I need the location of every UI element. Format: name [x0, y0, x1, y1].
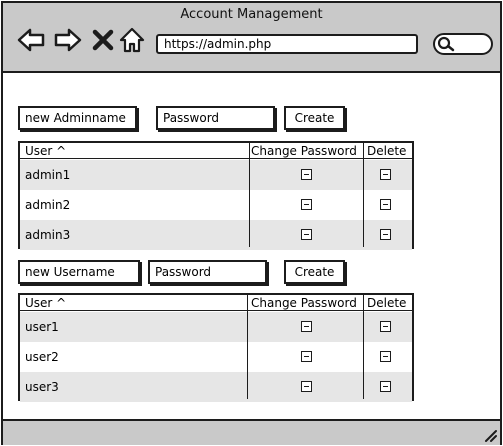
browser-window: Account Management https://admin.php new…: [1, 1, 502, 445]
user-password-input[interactable]: Password: [148, 260, 267, 284]
column-divider: [247, 295, 248, 399]
column-divider: [249, 143, 250, 247]
table-row: admin3: [20, 220, 412, 250]
admin-password-input[interactable]: Password: [156, 106, 275, 130]
admin-table: User ^ Change Password Delete admin1 adm…: [18, 141, 414, 250]
user-cell: user3: [25, 380, 59, 394]
column-header-delete: Delete: [367, 296, 407, 310]
arrow-left-icon: [17, 28, 45, 52]
new-adminname-input[interactable]: new Adminname: [18, 106, 137, 130]
close-icon: [92, 29, 114, 51]
new-username-input[interactable]: new Username: [18, 260, 140, 284]
delete-checkbox[interactable]: [380, 351, 391, 362]
change-password-checkbox[interactable]: [301, 381, 312, 392]
change-password-checkbox[interactable]: [301, 199, 312, 210]
home-icon: [119, 27, 145, 53]
window-title: Account Management: [180, 7, 323, 22]
search-icon: [437, 36, 455, 52]
stop-button[interactable]: [92, 27, 114, 53]
browser-chrome: Account Management https://admin.php: [3, 3, 500, 73]
table-row: user3: [20, 372, 412, 402]
create-user-button[interactable]: Create: [284, 260, 345, 284]
page-content: new Adminname Password Create User ^ Cha…: [3, 75, 500, 419]
column-header-change-password: Change Password: [251, 144, 357, 158]
back-button[interactable]: [17, 27, 45, 53]
home-button[interactable]: [119, 27, 145, 53]
change-password-checkbox[interactable]: [301, 351, 312, 362]
change-password-checkbox[interactable]: [301, 169, 312, 180]
delete-checkbox[interactable]: [380, 199, 391, 210]
delete-checkbox[interactable]: [380, 321, 391, 332]
resize-grip-icon[interactable]: [483, 428, 497, 442]
column-header-user[interactable]: User ^: [25, 143, 66, 159]
table-row: user1: [20, 312, 412, 342]
table-row: user2: [20, 342, 412, 372]
column-header-user[interactable]: User ^: [25, 295, 66, 311]
user-cell: user2: [25, 350, 59, 364]
user-cell: admin2: [25, 198, 71, 212]
column-header-delete: Delete: [367, 144, 407, 158]
column-divider: [363, 295, 364, 399]
url-bar[interactable]: https://admin.php: [156, 34, 418, 54]
arrow-right-icon: [54, 28, 82, 52]
table-row: admin1: [20, 160, 412, 190]
delete-checkbox[interactable]: [380, 169, 391, 180]
user-cell: admin3: [25, 228, 71, 242]
forward-button[interactable]: [54, 27, 82, 53]
user-table-header: User ^ Change Password Delete: [20, 295, 412, 311]
admin-table-header: User ^ Change Password Delete: [20, 143, 412, 159]
delete-checkbox[interactable]: [380, 229, 391, 240]
user-cell: user1: [25, 320, 59, 334]
delete-checkbox[interactable]: [380, 381, 391, 392]
user-table: User ^ Change Password Delete user1 user…: [18, 293, 414, 402]
create-admin-button[interactable]: Create: [284, 106, 345, 130]
change-password-checkbox[interactable]: [301, 321, 312, 332]
status-bar: [3, 419, 500, 445]
search-input[interactable]: [433, 33, 493, 55]
user-cell: admin1: [25, 168, 71, 182]
column-divider: [363, 143, 364, 247]
change-password-checkbox[interactable]: [301, 229, 312, 240]
table-row: admin2: [20, 190, 412, 220]
column-header-change-password: Change Password: [251, 296, 357, 310]
